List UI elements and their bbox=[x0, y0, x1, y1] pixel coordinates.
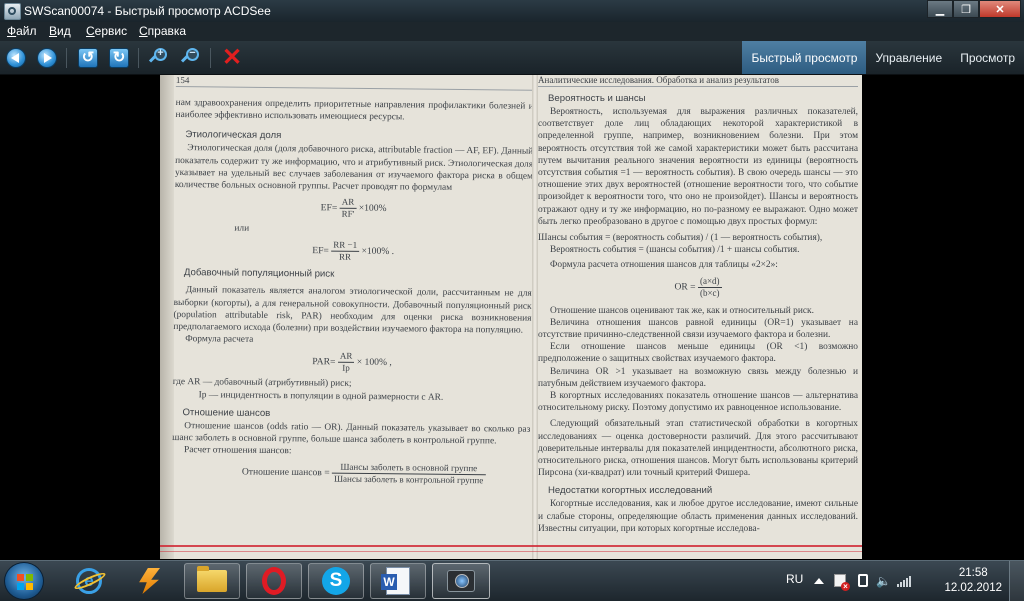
scan-red-line bbox=[160, 545, 862, 547]
menu-help[interactable]: Справка bbox=[139, 24, 186, 38]
toolbar: ↺ ↻ + − ✕ Быстрый просмотр Управление Пр… bbox=[0, 41, 1024, 75]
clock-date: 12.02.2012 bbox=[944, 582, 1002, 594]
back-arrow-icon[interactable] bbox=[5, 47, 27, 69]
explorer-folder-icon[interactable] bbox=[184, 563, 240, 599]
right-paragraph: Следующий обязательный этап статистическ… bbox=[538, 419, 858, 479]
forward-arrow-icon[interactable] bbox=[36, 47, 58, 69]
zoom-out-icon[interactable]: − bbox=[180, 47, 202, 69]
title-bar: SWScan00074 - Быстрый просмотр ACDSee ▁ … bbox=[0, 0, 1024, 22]
right-paragraph: Когортные исследования, как и любое друг… bbox=[538, 499, 858, 534]
network-signal-icon[interactable] bbox=[897, 574, 911, 588]
menu-view[interactable]: Вид bbox=[49, 24, 71, 38]
word-icon[interactable] bbox=[370, 563, 426, 599]
opera-icon[interactable] bbox=[246, 563, 302, 599]
right-page: Аналитические исследования. Обработка и … bbox=[538, 75, 858, 555]
skype-icon[interactable]: S bbox=[308, 563, 364, 599]
window-controls: ▁ ❐ ✕ bbox=[927, 0, 1021, 18]
formula-or: OR = (a×d) (b×c) bbox=[674, 275, 722, 298]
right-paragraph: Формула расчета отношения шансов для таб… bbox=[550, 260, 778, 271]
rotate-right-icon[interactable]: ↻ bbox=[108, 47, 130, 69]
tab-quick-view[interactable]: Быстрый просмотр bbox=[742, 41, 867, 74]
winamp-icon[interactable] bbox=[122, 563, 176, 599]
toolbar-separator bbox=[210, 48, 211, 68]
minimize-button[interactable]: ▁ bbox=[927, 0, 953, 18]
show-desktop-button[interactable] bbox=[1009, 561, 1024, 601]
right-paragraph: Величина OR >1 указывает на возможную св… bbox=[538, 366, 858, 389]
left-paragraph: нам здравоохранения определить приоритет… bbox=[175, 97, 534, 123]
volume-icon[interactable]: 🔈 bbox=[876, 574, 891, 588]
formula-par: PAR= AR Ip × 100% , bbox=[312, 351, 392, 374]
delete-icon[interactable]: ✕ bbox=[221, 46, 243, 70]
acdsee-app-icon bbox=[4, 3, 21, 20]
language-indicator[interactable]: RU bbox=[786, 572, 803, 586]
formula-ef-2: EF= RR −1 RR ×100% . bbox=[312, 240, 395, 263]
scanned-image: 154 нам здравоохранения определить приор… bbox=[160, 75, 862, 559]
page-number: 154 bbox=[175, 75, 534, 91]
menu-service[interactable]: Сервис bbox=[86, 24, 127, 38]
left-paragraph: Этиологическая доля (доля добавочного ри… bbox=[174, 143, 534, 193]
mode-switcher: Быстрый просмотр Управление Просмотр bbox=[742, 41, 1024, 74]
right-paragraph: Вероятность, используемая для выражения … bbox=[538, 107, 858, 227]
right-paragraph: Если отношение шансов меньше единицы (OR… bbox=[538, 342, 858, 365]
internet-explorer-icon[interactable]: e bbox=[62, 563, 116, 599]
toolbar-separator bbox=[66, 48, 67, 68]
zoom-in-icon[interactable]: + bbox=[148, 47, 170, 69]
maximize-button[interactable]: ❐ bbox=[953, 0, 979, 18]
running-head: Аналитические исследования. Обработка и … bbox=[538, 75, 858, 87]
windows-logo-icon bbox=[17, 574, 33, 590]
left-page: 154 нам здравоохранения определить приор… bbox=[171, 75, 534, 559]
tab-manage[interactable]: Управление bbox=[866, 41, 951, 74]
formula-ef-1: EF= AR RF' ×100% bbox=[320, 196, 387, 220]
toolbar-separator bbox=[138, 48, 139, 68]
image-viewer[interactable]: 154 нам здравоохранения определить приор… bbox=[0, 75, 1024, 560]
or-text: или bbox=[234, 223, 250, 234]
formula-probability: Вероятность события = (шансы события) /1… bbox=[550, 245, 800, 256]
acdsee-icon[interactable] bbox=[432, 563, 490, 599]
rotate-left-icon[interactable]: ↺ bbox=[77, 47, 99, 69]
formula-odds-ratio: Отношение шансов = Шансы заболеть в осно… bbox=[242, 461, 530, 487]
right-paragraph: Отношение шансов оценивают так же, как и… bbox=[550, 305, 814, 316]
window-title: SWScan00074 - Быстрый просмотр ACDSee bbox=[24, 4, 271, 18]
clock-time: 21:58 bbox=[958, 567, 988, 579]
scan-red-line bbox=[160, 551, 862, 552]
section-heading: Вероятность и шансы bbox=[548, 93, 646, 104]
formula-odds: Шансы события = (вероятность события) / … bbox=[538, 233, 823, 244]
start-button[interactable] bbox=[4, 562, 44, 600]
left-paragraph: Отношение шансов (odds ratio — OR). Данн… bbox=[172, 420, 531, 447]
section-heading: Отношение шансов bbox=[182, 406, 271, 419]
clock[interactable]: 21:58 12.02.2012 bbox=[944, 566, 1002, 596]
power-icon[interactable] bbox=[856, 574, 870, 588]
right-paragraph: Величина отношения шансов равной единицы… bbox=[538, 317, 858, 341]
section-heading: Добавочный популяционный риск bbox=[183, 267, 335, 281]
action-center-flag-icon[interactable] bbox=[834, 574, 850, 591]
right-paragraph: В когортных исследованиях показатель отн… bbox=[538, 391, 858, 414]
tab-view[interactable]: Просмотр bbox=[951, 41, 1024, 74]
system-tray: RU 🔈 21:58 12.02.2012 bbox=[784, 561, 1024, 601]
section-heading: Этиологическая доля bbox=[185, 129, 282, 142]
taskbar: e S RU 🔈 21:58 12.02.2012 bbox=[0, 560, 1024, 601]
left-paragraph: Данный показатель является аналогом этио… bbox=[173, 285, 532, 336]
where-line: Ip — инцидентность в популяции в одной р… bbox=[198, 389, 444, 403]
show-hidden-icons-icon[interactable] bbox=[812, 574, 826, 588]
close-button[interactable]: ✕ bbox=[979, 0, 1021, 18]
section-heading: Недостатки когортных исследований bbox=[548, 485, 713, 497]
menu-file[interactable]: Файл bbox=[7, 24, 37, 38]
menu-bar: Файл Вид Сервис Справка bbox=[0, 22, 1024, 41]
